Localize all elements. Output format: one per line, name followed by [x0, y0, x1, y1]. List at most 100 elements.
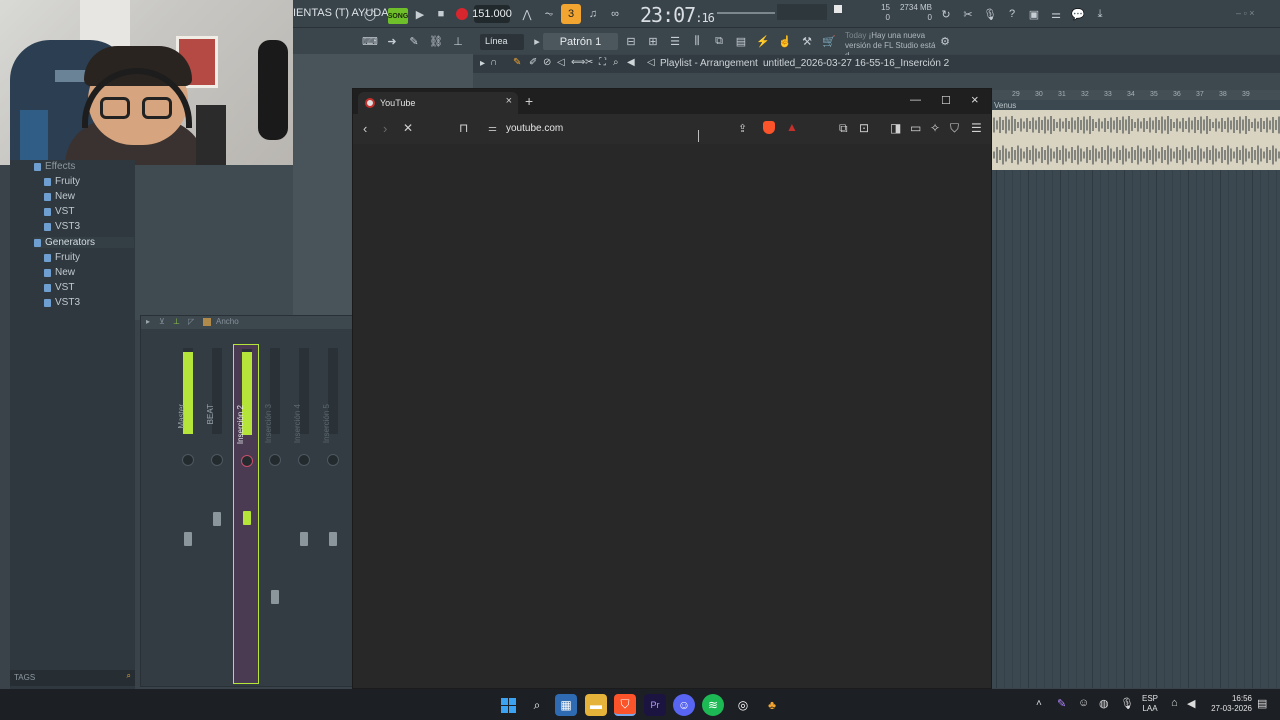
- pattern-selector[interactable]: Patrón 1: [543, 33, 618, 50]
- site-info-icon[interactable]: ⚌: [488, 123, 497, 134]
- audio-clip-waveform[interactable]: [992, 110, 1280, 170]
- playlist-grid[interactable]: 29 30 31 32 33 34 35 36 37 38 39 Venus: [992, 90, 1280, 688]
- tray-chevron-icon[interactable]: ˄: [1036, 698, 1042, 709]
- countdown-icon[interactable]: 3: [561, 4, 581, 24]
- stop-button[interactable]: ■: [431, 4, 451, 24]
- select-tool-icon[interactable]: ⛶: [599, 57, 606, 68]
- back-icon[interactable]: ‹: [363, 121, 367, 136]
- wallet-icon[interactable]: ▭: [910, 121, 921, 135]
- pan-knob[interactable]: [211, 454, 223, 466]
- arrow-icon[interactable]: ➜: [382, 31, 402, 51]
- address-bar[interactable]: ⚌ youtube.com ⇪ ▲: [480, 118, 805, 140]
- loop-record-icon[interactable]: ∞: [605, 4, 625, 24]
- tray-mic-icon[interactable]: 🎙: [1120, 697, 1134, 710]
- tree-item-effects-vst3[interactable]: VST3: [44, 221, 80, 232]
- wait-icon[interactable]: ⏦: [539, 4, 559, 24]
- tab-youtube[interactable]: YouTube ×: [358, 92, 518, 114]
- tray-discord-icon[interactable]: ☺: [1078, 697, 1089, 709]
- slice-tool-icon[interactable]: ✂: [585, 57, 593, 68]
- paint-tool-icon[interactable]: ✐: [529, 57, 537, 68]
- tools-icon[interactable]: ⚒: [797, 31, 817, 51]
- mic-icon[interactable]: 🎙: [980, 4, 1000, 24]
- pat-song-icon[interactable]: ◯: [360, 4, 380, 24]
- save-icon[interactable]: ▣: [1024, 4, 1044, 24]
- network-icon[interactable]: ⌂: [1171, 697, 1178, 709]
- mixer-tool-icon[interactable]: ⊻: [159, 317, 165, 326]
- mixer-view-icon[interactable]: ⫼: [687, 31, 707, 51]
- plug-icon[interactable]: ⚡: [753, 31, 773, 51]
- volume-fader[interactable]: [271, 590, 279, 604]
- play-button[interactable]: ▶: [410, 4, 430, 24]
- pan-knob[interactable]: [298, 454, 310, 466]
- search-icon[interactable]: ⌕: [526, 694, 548, 716]
- mixer-track-insert-3[interactable]: Inserción 3: [262, 344, 288, 684]
- volume-fader[interactable]: [300, 532, 308, 546]
- new-tab-icon[interactable]: +: [525, 93, 533, 109]
- arrangement-icon[interactable]: ◁: [647, 57, 655, 68]
- notifications-icon[interactable]: ▤: [1257, 697, 1267, 710]
- cut-icon[interactable]: ✂: [958, 4, 978, 24]
- widgets-icon[interactable]: ▦: [555, 694, 577, 716]
- tree-item-generators-fruity[interactable]: Fruity: [44, 252, 80, 263]
- keyboard-icon[interactable]: ⌨: [360, 31, 380, 51]
- pan-knob[interactable]: [182, 454, 194, 466]
- draw-tool-icon[interactable]: ✎: [513, 57, 521, 68]
- piano-roll-icon[interactable]: ⊞: [643, 31, 663, 51]
- tree-item-effects-new[interactable]: New: [44, 191, 75, 202]
- minimize-icon[interactable]: —: [910, 94, 921, 106]
- mixer-track-beat[interactable]: BEAT: [204, 344, 230, 684]
- help-icon[interactable]: ?: [1002, 4, 1022, 24]
- channel-rack-icon[interactable]: ⊟: [621, 31, 641, 51]
- tree-item-generators-vst3[interactable]: VST3: [44, 297, 80, 308]
- timeline-ruler[interactable]: 29 30 31 32 33 34 35 36 37 38 39: [992, 90, 1280, 100]
- mixer-track-insert-5[interactable]: Inserción 5: [320, 344, 346, 684]
- window-controls[interactable]: – ▫ ×: [1236, 8, 1254, 18]
- brave-rewards-icon[interactable]: ▲: [786, 120, 798, 134]
- tempo-display[interactable]: 151.000: [472, 5, 512, 23]
- close-window-icon[interactable]: ×: [971, 92, 979, 107]
- tree-item-generators-vst[interactable]: VST: [44, 282, 74, 293]
- pan-knob[interactable]: [241, 455, 253, 467]
- volume-icon[interactable]: ◀: [1187, 697, 1195, 710]
- mute-tool-icon[interactable]: ◁: [557, 57, 565, 68]
- touch-icon[interactable]: ☝: [775, 31, 795, 51]
- brave-browser-icon[interactable]: ⛉: [614, 694, 636, 716]
- mixer-track-insert-4[interactable]: Inserción 4: [291, 344, 317, 684]
- magnet-icon[interactable]: ∩: [490, 57, 497, 68]
- tray-pen-icon[interactable]: ✎: [1057, 697, 1066, 710]
- playback-tool-icon[interactable]: ◀: [627, 57, 635, 68]
- spotify-icon[interactable]: ≋: [702, 694, 724, 716]
- delete-tool-icon[interactable]: ⊘: [543, 57, 551, 68]
- tree-item-effects-vst[interactable]: VST: [44, 206, 74, 217]
- tree-folder-generators[interactable]: Generators: [34, 237, 134, 248]
- menu-icon[interactable]: ☰: [971, 121, 982, 135]
- file-explorer-icon[interactable]: ▬: [585, 694, 607, 716]
- screenshot-icon[interactable]: ⊡: [859, 121, 869, 135]
- expand-arrow-icon[interactable]: ▸: [480, 58, 485, 69]
- tree-item-generators-new[interactable]: New: [44, 267, 75, 278]
- link-icon[interactable]: ⛓: [426, 31, 446, 51]
- record-button[interactable]: [452, 4, 472, 24]
- step-edit-icon[interactable]: ♫: [583, 4, 603, 24]
- extensions-icon[interactable]: ⧉: [839, 121, 848, 136]
- bookmark-icon[interactable]: ⊓: [459, 121, 468, 135]
- news-settings-icon[interactable]: ⚙: [935, 31, 955, 51]
- premiere-icon[interactable]: Pr: [644, 694, 666, 716]
- metronome-icon[interactable]: ⋀: [517, 4, 537, 24]
- sidebar-icon[interactable]: ◨: [890, 121, 901, 135]
- mixer-add-icon[interactable]: ⊥: [173, 317, 180, 326]
- url-text[interactable]: youtube.com: [506, 123, 563, 134]
- volume-fader[interactable]: [243, 511, 251, 525]
- browser-icon[interactable]: ▤: [731, 31, 751, 51]
- master-volume-slider[interactable]: [717, 12, 775, 14]
- volume-fader[interactable]: [184, 532, 192, 546]
- song-mode-button[interactable]: SONG: [388, 8, 408, 24]
- playlist-icon[interactable]: ☰: [665, 31, 685, 51]
- mixer-icon[interactable]: ⚌: [1046, 4, 1066, 24]
- slip-tool-icon[interactable]: ⟺: [571, 57, 585, 68]
- pan-knob[interactable]: [327, 454, 339, 466]
- leo-ai-icon[interactable]: ✧: [930, 121, 940, 135]
- obs-icon[interactable]: ◎: [732, 694, 754, 716]
- mixer-menu-icon[interactable]: ▸: [146, 317, 150, 326]
- refresh-icon[interactable]: ↻: [936, 4, 956, 24]
